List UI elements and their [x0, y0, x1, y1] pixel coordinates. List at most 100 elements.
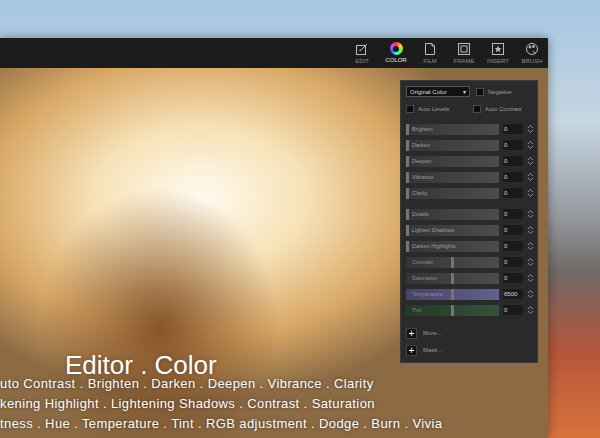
spinner-arrows-icon[interactable]: [527, 209, 534, 219]
toolbar-tab[interactable]: FILM: [414, 42, 446, 65]
value-field[interactable]: 0: [503, 225, 523, 235]
checkbox[interactable]: Auto Levels: [406, 105, 465, 113]
toolbar-tab[interactable]: BRUSH: [516, 42, 548, 65]
slider-track[interactable]: Temperature: [406, 289, 499, 300]
slider-label: Temperature: [406, 291, 443, 297]
slider-track[interactable]: Saturation: [406, 273, 499, 284]
slider-row: Brighten 0: [406, 123, 532, 135]
spinner-arrows-icon[interactable]: [527, 124, 534, 134]
slider-handle[interactable]: [406, 209, 409, 220]
value-field[interactable]: 0: [503, 188, 523, 198]
slider-group: Brighten 0 Darken 0 Deepen 0 Vibrance 0 Clarity 0: [406, 123, 532, 199]
slider-handle[interactable]: [451, 273, 454, 284]
spinner-arrows-icon[interactable]: [527, 140, 534, 150]
slider-track[interactable]: Brighten: [406, 124, 499, 135]
preset-value: Original Color: [410, 89, 447, 95]
frame-icon: [457, 42, 471, 56]
slider-handle[interactable]: [406, 172, 409, 183]
slider-label: Saturation: [406, 275, 437, 281]
spinner-arrows-icon[interactable]: [527, 172, 534, 182]
brush-icon: [525, 42, 539, 56]
slider-row: Temperature 6500: [406, 288, 532, 300]
toolbar-tab[interactable]: EDIT: [346, 42, 378, 65]
slider-row: Clarity 0: [406, 187, 532, 199]
slider-track[interactable]: Clarity: [406, 188, 499, 199]
slider-handle[interactable]: [451, 257, 454, 268]
toolbar: EDIT COLOR FILM FRAME INSERT BRUSH: [0, 38, 548, 68]
slider-track[interactable]: Tint: [406, 305, 499, 316]
tab-label: INSERT: [487, 58, 509, 65]
slider-row: Details 0: [406, 208, 532, 220]
value-field[interactable]: 0: [503, 140, 523, 150]
slider-row: Contrast 0: [406, 256, 532, 268]
slider-row: Deepen 0: [406, 155, 532, 167]
slider-handle[interactable]: [451, 305, 454, 316]
desktop: EDITCOLORFILMFRAMEINSERTBRUSHEditor . Co…: [0, 0, 600, 438]
checkbox[interactable]: Negative: [476, 88, 512, 96]
slider-label: Deepen: [406, 158, 431, 164]
spinner-arrows-icon[interactable]: [527, 156, 534, 166]
slider-handle[interactable]: [406, 225, 409, 236]
slider-handle[interactable]: [406, 188, 409, 199]
slider-track[interactable]: Deepen: [406, 156, 499, 167]
feature-line: kening Highlight . Lightening Shadows . …: [0, 394, 442, 414]
spinner-arrows-icon[interactable]: [527, 225, 534, 235]
slider-track[interactable]: Lighten Shadows: [406, 225, 499, 236]
toolbar-tab[interactable]: INSERT: [482, 42, 514, 65]
value-field[interactable]: 0: [503, 124, 523, 134]
tab-label: BRUSH: [521, 58, 542, 65]
preset-dropdown[interactable]: Original Color ▾: [406, 86, 470, 97]
slider-row: Darken Highlights 0: [406, 240, 532, 252]
toolbar-tab[interactable]: FRAME: [448, 42, 480, 65]
slider-group: Details0Lighten Shadows0Darken Highlight…: [406, 208, 532, 316]
slider-handle[interactable]: [406, 140, 409, 151]
value-field[interactable]: 6500: [503, 289, 523, 299]
slider-label: Darken: [406, 142, 430, 148]
slider-label: Lighten Shadows: [406, 227, 454, 233]
value-field[interactable]: 0: [503, 305, 523, 315]
value-field[interactable]: 0: [503, 257, 523, 267]
slider-handle[interactable]: [406, 156, 409, 167]
slider-row: Lighten Shadows 0: [406, 224, 532, 236]
spinner-arrows-icon[interactable]: [527, 289, 534, 299]
spinner-arrows-icon[interactable]: [527, 273, 534, 283]
spinner-arrows-icon[interactable]: [527, 188, 534, 198]
insert-icon: [491, 42, 505, 56]
value-field[interactable]: 0: [503, 273, 523, 283]
slider-handle[interactable]: [406, 124, 409, 135]
value-field[interactable]: 0: [503, 241, 523, 251]
panel-action[interactable]: +Mask...: [406, 344, 532, 356]
tab-label: FRAME: [454, 58, 475, 65]
slider-label: Brighten: [406, 126, 433, 132]
checkbox-box: [406, 105, 414, 113]
color-wheel-icon: [390, 42, 403, 55]
slider-track[interactable]: Vibrance: [406, 172, 499, 183]
panel-action[interactable]: +More...: [406, 327, 532, 339]
spinner-arrows-icon[interactable]: [527, 257, 534, 267]
slider-track[interactable]: Contrast: [406, 257, 499, 268]
value-field[interactable]: 0: [503, 172, 523, 182]
dropdown-arrow-icon: ▾: [463, 88, 466, 95]
checkbox-box: [476, 88, 484, 96]
slider-track[interactable]: Darken Highlights: [406, 241, 499, 252]
slider-handle[interactable]: [406, 241, 409, 252]
tab-label: FILM: [423, 58, 437, 65]
checkbox[interactable]: Auto Contrast: [473, 105, 532, 113]
slider-label: Contrast: [406, 259, 433, 265]
edit-icon: [355, 42, 369, 56]
value-field[interactable]: 0: [503, 209, 523, 219]
slider-handle[interactable]: [451, 289, 454, 300]
slider-label: Clarity: [406, 190, 428, 196]
value-field[interactable]: 0: [503, 156, 523, 166]
slider-row: Vibrance 0: [406, 171, 532, 183]
tab-label: COLOR: [385, 57, 406, 64]
tab-label: EDIT: [355, 58, 369, 65]
slider-track[interactable]: Darken: [406, 140, 499, 151]
spinner-arrows-icon[interactable]: [527, 305, 534, 315]
slider-track[interactable]: Details: [406, 209, 499, 220]
feature-list: uto Contrast . Brighten . Darken . Deepe…: [0, 374, 442, 434]
toolbar-tab[interactable]: COLOR: [380, 42, 412, 64]
slider-label: Vibrance: [406, 174, 434, 180]
spinner-arrows-icon[interactable]: [527, 241, 534, 251]
slider-row: Darken 0: [406, 139, 532, 151]
